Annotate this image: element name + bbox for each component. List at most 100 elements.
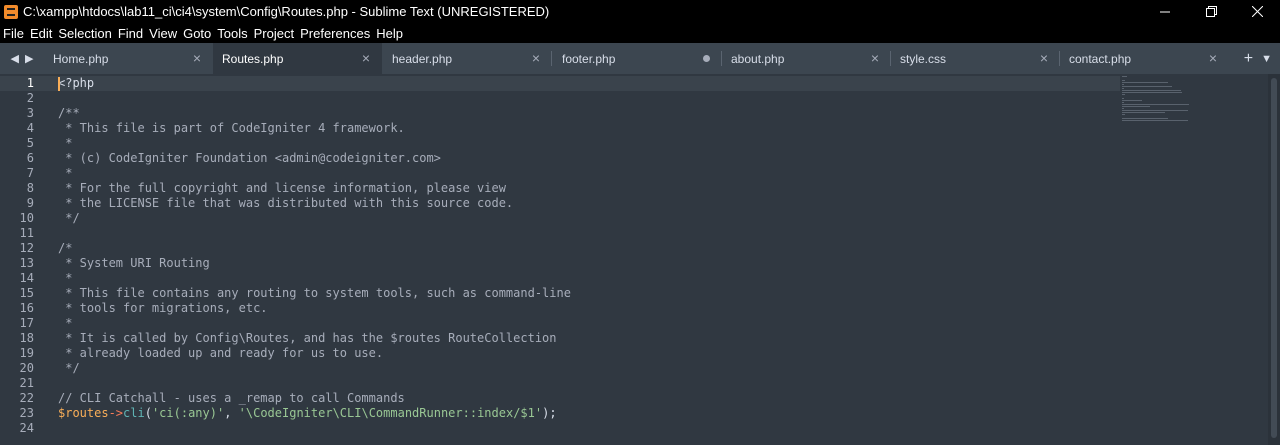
close-tab-icon[interactable]: ×	[1038, 51, 1050, 65]
tab-separator	[551, 51, 552, 66]
line-number: 1	[26, 76, 34, 90]
line-number: 4	[26, 121, 34, 135]
minimap-line	[1122, 104, 1189, 105]
line-number: 10	[19, 211, 34, 225]
tab-list-dropdown-icon[interactable]: ▼	[1261, 53, 1272, 65]
menu-selection[interactable]: Selection	[55, 26, 114, 41]
code-line[interactable]: <?php	[58, 76, 571, 91]
minimap-line	[1122, 112, 1165, 113]
code-line[interactable]: * This file contains any routing to syst…	[58, 286, 571, 301]
minimap-line	[1122, 86, 1172, 87]
minimap-line	[1122, 108, 1124, 109]
minimap-line	[1122, 100, 1142, 101]
tab-navigation: ◀ ▶	[0, 43, 44, 74]
code-line[interactable]: *	[58, 166, 571, 181]
code-line[interactable]: * the LICENSE file that was distributed …	[58, 196, 571, 211]
code-line[interactable]: * This file is part of CodeIgniter 4 fra…	[58, 121, 571, 136]
line-number: 5	[26, 136, 34, 150]
menu-preferences[interactable]: Preferences	[297, 26, 373, 41]
close-window-button[interactable]	[1234, 0, 1280, 23]
code-line[interactable]: /*	[58, 241, 571, 256]
tab-label: about.php	[731, 51, 785, 66]
line-number: 21	[19, 376, 34, 390]
tab-bar: ◀ ▶ Home.php × Routes.php × header.php ×…	[0, 43, 1280, 74]
line-number: 11	[19, 226, 34, 240]
minimap-line	[1122, 76, 1127, 77]
close-tab-icon[interactable]: ×	[1207, 51, 1219, 65]
line-number: 2	[26, 91, 34, 105]
code-line[interactable]: * It is called by Config\Routes, and has…	[58, 331, 571, 346]
code-line[interactable]: /**	[58, 106, 571, 121]
menu-tools[interactable]: Tools	[214, 26, 250, 41]
code-line[interactable]: // CLI Catchall - uses a _remap to call …	[58, 391, 571, 406]
minimap-line	[1122, 90, 1181, 91]
code-line[interactable]: * (c) CodeIgniter Foundation <admin@code…	[58, 151, 571, 166]
menu-file[interactable]: File	[0, 26, 27, 41]
minimap-line	[1122, 98, 1124, 99]
code-line[interactable]: * System URI Routing	[58, 256, 571, 271]
code-line[interactable]: * already loaded up and ready for us to …	[58, 346, 571, 361]
minimap-line	[1122, 92, 1182, 93]
vertical-scrollbar[interactable]	[1268, 74, 1280, 445]
close-tab-icon[interactable]: ×	[360, 51, 372, 65]
menu-view[interactable]: View	[146, 26, 180, 41]
code-content[interactable]: <?php/** * This file is part of CodeIgni…	[58, 76, 571, 436]
unsaved-dot-icon[interactable]	[703, 55, 710, 62]
code-line[interactable]: */	[58, 361, 571, 376]
text-cursor	[58, 77, 60, 91]
tab-routes-php[interactable]: Routes.php ×	[213, 43, 382, 74]
menu-bar: File Edit Selection Find View Goto Tools…	[0, 23, 1280, 43]
code-line[interactable]: * For the full copyright and license inf…	[58, 181, 571, 196]
minimap-line	[1122, 114, 1125, 115]
close-tab-icon[interactable]: ×	[530, 51, 542, 65]
window-controls	[1142, 0, 1280, 23]
line-number: 3	[26, 106, 34, 120]
menu-find[interactable]: Find	[115, 26, 146, 41]
tab-label: Home.php	[53, 51, 109, 66]
minimap[interactable]	[1120, 74, 1268, 445]
code-line[interactable]	[58, 376, 571, 391]
code-line[interactable]: * tools for migrations, etc.	[58, 301, 571, 316]
tab-label: style.css	[900, 51, 947, 66]
code-line[interactable]: *	[58, 271, 571, 286]
arrow-left-icon[interactable]: ◀	[11, 52, 19, 65]
minimize-button[interactable]	[1142, 0, 1188, 23]
code-line[interactable]	[58, 91, 571, 106]
minimize-icon	[1160, 11, 1170, 12]
minimap-line	[1122, 118, 1168, 119]
menu-goto[interactable]: Goto	[180, 26, 214, 41]
minimap-line	[1122, 88, 1124, 89]
menu-edit[interactable]: Edit	[27, 26, 55, 41]
tab-home-php[interactable]: Home.php ×	[44, 43, 213, 74]
code-line[interactable]: $routes->cli('ci(:any)', '\CodeIgniter\C…	[58, 406, 571, 421]
close-tab-icon[interactable]: ×	[869, 51, 881, 65]
restore-icon	[1205, 6, 1217, 17]
code-line[interactable]	[58, 226, 571, 241]
minimap-line	[1122, 94, 1125, 95]
new-tab-plus-icon[interactable]: +	[1244, 50, 1253, 68]
tab-footer-php[interactable]: footer.php	[553, 43, 722, 74]
gutter: 1 2 3 4 5 6 7 8 9 10 11 12 13 14 15 16 17 18 19 20 21 22 23 24	[0, 74, 46, 445]
arrow-right-icon[interactable]: ▶	[25, 52, 33, 65]
tab-style-css[interactable]: style.css ×	[891, 43, 1060, 74]
close-tab-icon[interactable]: ×	[191, 51, 203, 65]
tab-header-php[interactable]: header.php ×	[383, 43, 552, 74]
line-number: 18	[19, 331, 34, 345]
tab-label: header.php	[392, 51, 453, 66]
code-editor[interactable]: 1 2 3 4 5 6 7 8 9 10 11 12 13 14 15 16 17 18 19 20 21 22 23 24 …	[0, 74, 1280, 445]
code-line[interactable]	[58, 421, 571, 436]
tab-label: Routes.php	[222, 51, 284, 66]
tab-actions: + ▼	[1244, 43, 1272, 74]
tab-about-php[interactable]: about.php ×	[722, 43, 891, 74]
tab-contact-php[interactable]: contact.php ×	[1060, 43, 1229, 74]
code-line[interactable]: *	[58, 136, 571, 151]
code-line[interactable]: *	[58, 316, 571, 331]
menu-project[interactable]: Project	[251, 26, 297, 41]
sublime-text-icon	[4, 4, 18, 19]
restore-button[interactable]	[1188, 0, 1234, 23]
menu-help[interactable]: Help	[373, 26, 406, 41]
scroll-thumb[interactable]	[1271, 78, 1277, 438]
window-title: C:\xampp\htdocs\lab11_ci\ci4\system\Conf…	[23, 4, 550, 19]
close-icon	[1251, 6, 1263, 17]
code-line[interactable]: */	[58, 211, 571, 226]
